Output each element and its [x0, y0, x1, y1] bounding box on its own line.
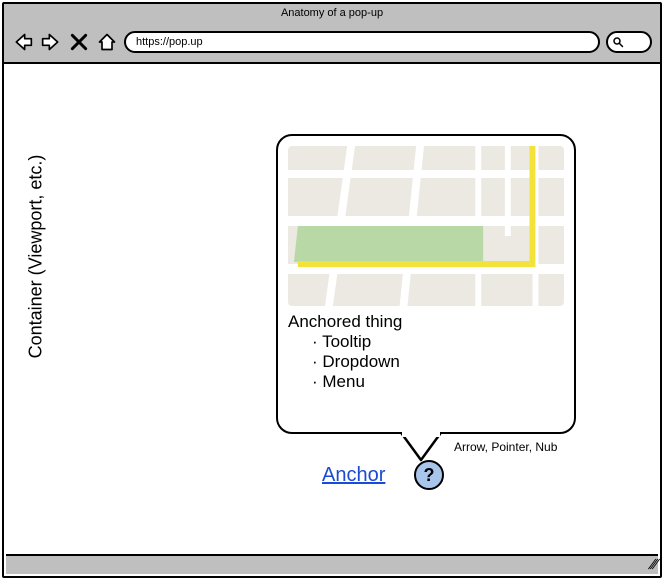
- stop-icon[interactable]: [68, 31, 90, 53]
- popup-arrow-icon: [400, 432, 442, 462]
- viewport: Container (Viewport, etc.): [6, 66, 658, 574]
- popup-card: Anchored thing Tooltip Dropdown Menu: [276, 134, 576, 434]
- home-icon[interactable]: [96, 31, 118, 53]
- list-item: Menu: [312, 372, 564, 392]
- anchor-link[interactable]: Anchor: [322, 464, 385, 487]
- list-item: Tooltip: [312, 332, 564, 352]
- back-icon[interactable]: [12, 31, 34, 53]
- window-title: Anatomy of a pop-up: [4, 4, 660, 22]
- map-image: [288, 146, 564, 306]
- search-button[interactable]: [606, 31, 652, 53]
- list-item: Dropdown: [312, 352, 564, 372]
- help-button[interactable]: ?: [414, 460, 444, 490]
- popup-title: Anchored thing: [288, 312, 564, 332]
- status-bar: ///: [6, 554, 658, 574]
- browser-toolbar: https://pop.up: [4, 22, 660, 64]
- forward-icon[interactable]: [40, 31, 62, 53]
- browser-window: Anatomy of a pop-up https://pop.up Conta…: [2, 2, 662, 578]
- arrow-caption: Arrow, Pointer, Nub: [454, 440, 557, 454]
- url-input[interactable]: https://pop.up: [124, 31, 600, 53]
- resize-grip-icon[interactable]: ///: [648, 556, 658, 572]
- container-label: Container (Viewport, etc.): [26, 147, 47, 367]
- popup-list: Tooltip Dropdown Menu: [288, 332, 564, 392]
